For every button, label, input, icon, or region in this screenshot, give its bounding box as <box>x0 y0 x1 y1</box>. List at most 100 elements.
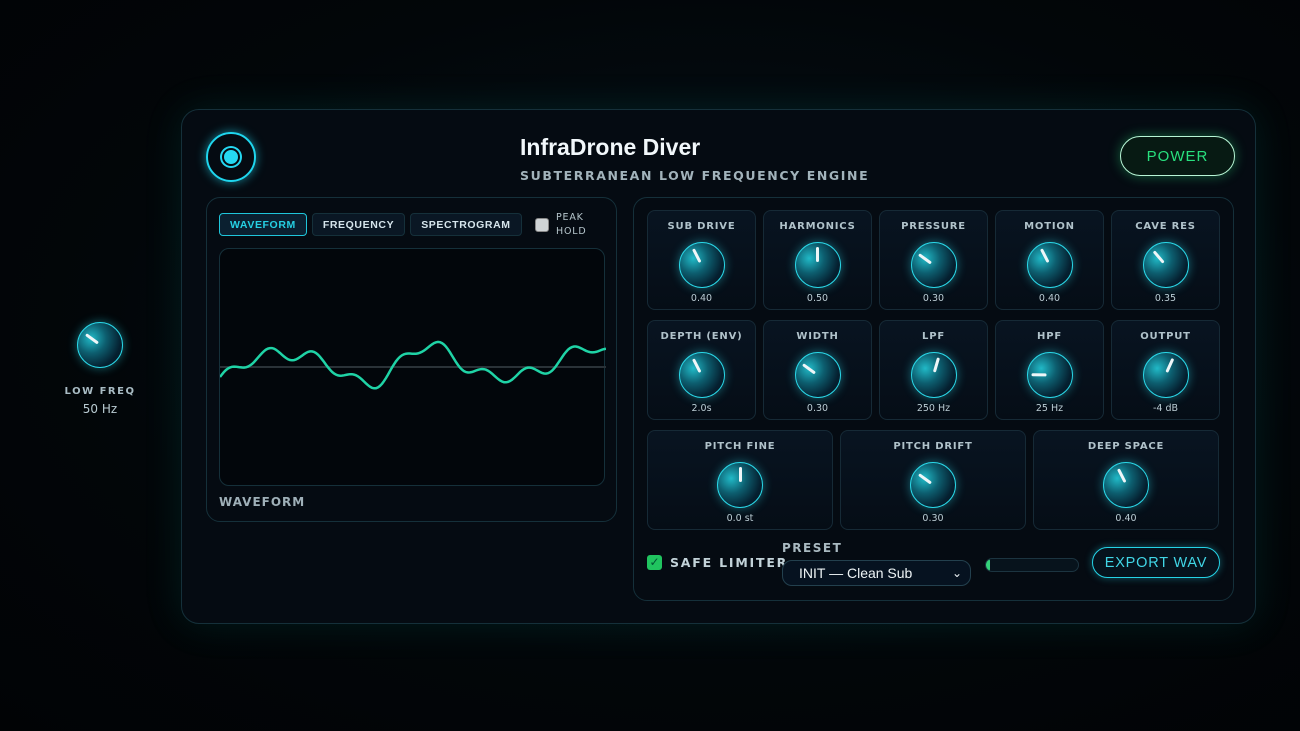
knob-value: 0.40 <box>690 293 713 304</box>
knob-row-1: SUB DRIVE 0.40 HARMONICS 0.50 PRESSURE 0.3… <box>647 210 1220 310</box>
visualizer-tabs: WAVEFORM FREQUENCY SPECTROGRAM <box>219 213 522 236</box>
safe-limiter-label: SAFE LIMITER <box>670 555 789 570</box>
peak-hold-label: PEAK HOLD <box>556 212 587 237</box>
peak-hold-toggle[interactable]: PEAK HOLD <box>535 211 596 239</box>
low-freq-control: LOW FREQ 50 Hz <box>60 322 140 416</box>
app-subtitle: SUBTERRANEAN LOW FREQUENCY ENGINE <box>520 168 870 183</box>
motion-knob[interactable] <box>1026 242 1073 288</box>
knob-pointer <box>918 253 932 265</box>
knob-value: 0.30 <box>922 293 945 304</box>
low-freq-label: LOW FREQ <box>64 386 136 397</box>
harmonics-knob[interactable] <box>794 242 841 288</box>
knob-depth-env: DEPTH (ENV) 2.0s <box>647 320 756 420</box>
waveform-line <box>219 340 607 390</box>
knob-motion: MOTION 0.40 <box>995 210 1104 310</box>
view-label: WAVEFORM <box>219 495 306 509</box>
tab-waveform[interactable]: WAVEFORM <box>219 213 307 236</box>
knob-label: SUB DRIVE <box>667 221 736 232</box>
knob-pointer <box>802 363 816 375</box>
knob-value: 0.30 <box>806 403 829 414</box>
knob-value: 25 Hz <box>1035 403 1064 414</box>
knob-pointer <box>917 473 932 485</box>
preset-select[interactable]: INIT — Clean Sub ⌄ <box>782 560 971 586</box>
width-knob[interactable] <box>794 352 841 398</box>
preset-value: INIT — Clean Sub <box>799 565 913 581</box>
sub-drive-knob[interactable] <box>678 242 725 288</box>
hpf-knob[interactable] <box>1026 352 1073 398</box>
knob-cave-res: CAVE RES 0.35 <box>1111 210 1220 310</box>
knob-pressure: PRESSURE 0.30 <box>879 210 988 310</box>
knob-value: 0.0 st <box>726 513 754 524</box>
knob-label: PITCH DRIFT <box>893 441 973 452</box>
knob-value: 0.50 <box>806 293 829 304</box>
knob-value: 0.35 <box>1154 293 1177 304</box>
knob-label: DEEP SPACE <box>1087 441 1165 452</box>
knob-hpf: HPF 25 Hz <box>995 320 1104 420</box>
lpf-knob[interactable] <box>910 352 957 398</box>
peak-hold-checkbox[interactable] <box>535 218 549 232</box>
cave-res-knob[interactable] <box>1142 242 1189 288</box>
knob-value: -4 dB <box>1152 403 1179 414</box>
knob-pointer <box>691 358 702 374</box>
knob-pointer <box>1031 373 1047 377</box>
waveform-svg <box>219 340 607 390</box>
knob-label: CAVE RES <box>1135 221 1196 232</box>
knob-label: WIDTH <box>796 331 839 342</box>
knob-pointer <box>816 247 819 262</box>
knob-pointer <box>1116 468 1126 484</box>
knob-value: 0.30 <box>922 513 944 524</box>
app-title: InfraDrone Diver <box>520 134 701 160</box>
knob-pitch-drift: PITCH DRIFT 0.30 <box>840 430 1026 530</box>
meter-fill <box>986 559 990 571</box>
knob-label: MOTION <box>1024 221 1075 232</box>
knob-label: OUTPUT <box>1140 331 1191 342</box>
low-freq-knob[interactable] <box>77 322 123 368</box>
knob-harmonics: HARMONICS 0.50 <box>763 210 872 310</box>
knob-label: LPF <box>922 331 945 342</box>
power-button[interactable]: POWER <box>1120 136 1235 176</box>
knob-row-3: PITCH FINE 0.0 st PITCH DRIFT 0.30 DEEP SP… <box>647 430 1219 530</box>
logo-icon <box>206 132 256 182</box>
knob-pointer <box>84 333 99 345</box>
knob-label: HARMONICS <box>779 221 856 232</box>
pitch-drift-knob[interactable] <box>910 462 956 508</box>
knob-label: PITCH FINE <box>704 441 776 452</box>
pitch-fine-knob[interactable] <box>717 462 763 508</box>
tab-frequency[interactable]: FREQUENCY <box>311 213 406 236</box>
controls-section: SUB DRIVE 0.40 HARMONICS 0.50 PRESSURE 0.3… <box>633 197 1234 601</box>
preset-label: PRESET <box>782 541 843 555</box>
safe-limiter-toggle[interactable]: ✓ SAFE LIMITER <box>647 555 788 570</box>
chevron-down-icon: ⌄ <box>951 566 962 580</box>
knob-deep-space: DEEP SPACE 0.40 <box>1033 430 1219 530</box>
knob-pointer <box>932 357 940 373</box>
low-freq-value: 50 Hz <box>82 402 118 416</box>
tab-spectrogram[interactable]: SPECTROGRAM <box>410 213 522 236</box>
safe-limiter-checkbox[interactable]: ✓ <box>647 555 662 570</box>
knob-row-2: DEPTH (ENV) 2.0s WIDTH 0.30 LPF 250 Hz HPF … <box>647 320 1220 420</box>
knob-pointer <box>1152 250 1165 264</box>
knob-lpf: LPF 250 Hz <box>879 320 988 420</box>
knob-value: 250 Hz <box>916 403 951 414</box>
knob-value: 0.40 <box>1038 293 1061 304</box>
deep-space-knob[interactable] <box>1103 462 1149 508</box>
knob-value: 0.40 <box>1115 513 1137 524</box>
knob-output: OUTPUT -4 dB <box>1111 320 1220 420</box>
knob-width: WIDTH 0.30 <box>763 320 872 420</box>
export-wav-button[interactable]: EXPORT WAV <box>1092 547 1220 578</box>
visualizer: WAVEFORM FREQUENCY SPECTROGRAM PEAK HOLD… <box>206 197 617 522</box>
output-knob[interactable] <box>1142 352 1189 398</box>
waveform-display <box>219 248 607 486</box>
knob-pointer <box>738 467 742 482</box>
pressure-knob[interactable] <box>910 242 957 288</box>
knob-label: PRESSURE <box>901 221 966 232</box>
knob-sub-drive: SUB DRIVE 0.40 <box>647 210 756 310</box>
synth-panel: InfraDrone Diver SUBTERRANEAN LOW FREQUE… <box>181 109 1256 624</box>
depth-env-knob[interactable] <box>678 352 725 398</box>
knob-pointer <box>1039 248 1050 264</box>
footer-controls: ✓ SAFE LIMITER PRESET INIT — Clean Sub ⌄ … <box>647 541 1222 588</box>
output-level-meter <box>985 558 1079 572</box>
knob-pointer <box>1165 357 1175 373</box>
knob-pointer <box>691 248 702 264</box>
knob-label: HPF <box>1037 331 1062 342</box>
knob-pitch-fine: PITCH FINE 0.0 st <box>647 430 833 530</box>
